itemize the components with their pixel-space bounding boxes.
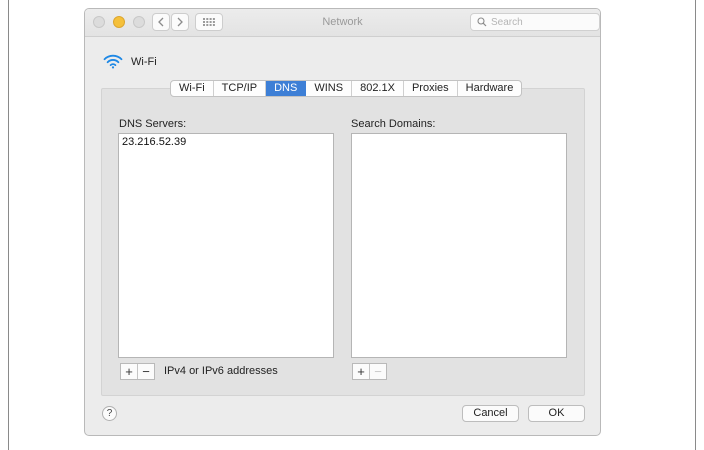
tab-proxies[interactable]: Proxies [404, 81, 458, 96]
interface-header: Wi-Fi [103, 54, 157, 69]
ok-button[interactable]: OK [528, 405, 585, 422]
tab-hardware[interactable]: Hardware [458, 81, 522, 96]
outer-frame-left-edge [8, 0, 9, 450]
remove-dns-server-button[interactable]: − [137, 364, 154, 379]
tab-wins[interactable]: WINS [306, 81, 353, 96]
tab-802-1x[interactable]: 802.1X [352, 81, 404, 96]
search-field[interactable] [470, 13, 600, 31]
search-domains-list[interactable] [351, 133, 567, 358]
search-icon [477, 17, 487, 27]
tab-tcp-ip[interactable]: TCP/IP [214, 81, 267, 96]
tab-dns[interactable]: DNS [266, 81, 307, 96]
outer-frame-right-edge [695, 0, 696, 450]
wifi-icon [103, 54, 123, 69]
search-domains-label: Search Domains: [351, 118, 436, 130]
domains-add-remove-control: + − [352, 363, 387, 380]
dns-add-remove-control: + − [120, 363, 155, 380]
settings-panel: DNS Servers: Search Domains: 23.216.52.3… [101, 88, 585, 396]
remove-search-domain-button[interactable]: − [369, 364, 386, 379]
help-button[interactable]: ? [102, 406, 117, 421]
settings-tabs: Wi-Fi TCP/IP DNS WINS 802.1X Proxies Har… [170, 80, 523, 97]
title-bar: Network [85, 9, 600, 37]
tab-wifi[interactable]: Wi-Fi [171, 81, 214, 96]
dns-servers-list[interactable]: 23.216.52.39 [118, 133, 334, 358]
search-input[interactable] [491, 16, 591, 28]
network-window: Network Wi-Fi DNS Servers: Search Domain… [84, 8, 601, 436]
dns-servers-label: DNS Servers: [119, 118, 187, 130]
dns-server-entry[interactable]: 23.216.52.39 [119, 134, 333, 150]
add-search-domain-button[interactable]: + [353, 364, 369, 379]
cancel-button[interactable]: Cancel [462, 405, 519, 422]
dns-address-hint: IPv4 or IPv6 addresses [164, 365, 278, 377]
add-dns-server-button[interactable]: + [121, 364, 137, 379]
interface-label: Wi-Fi [131, 55, 157, 68]
